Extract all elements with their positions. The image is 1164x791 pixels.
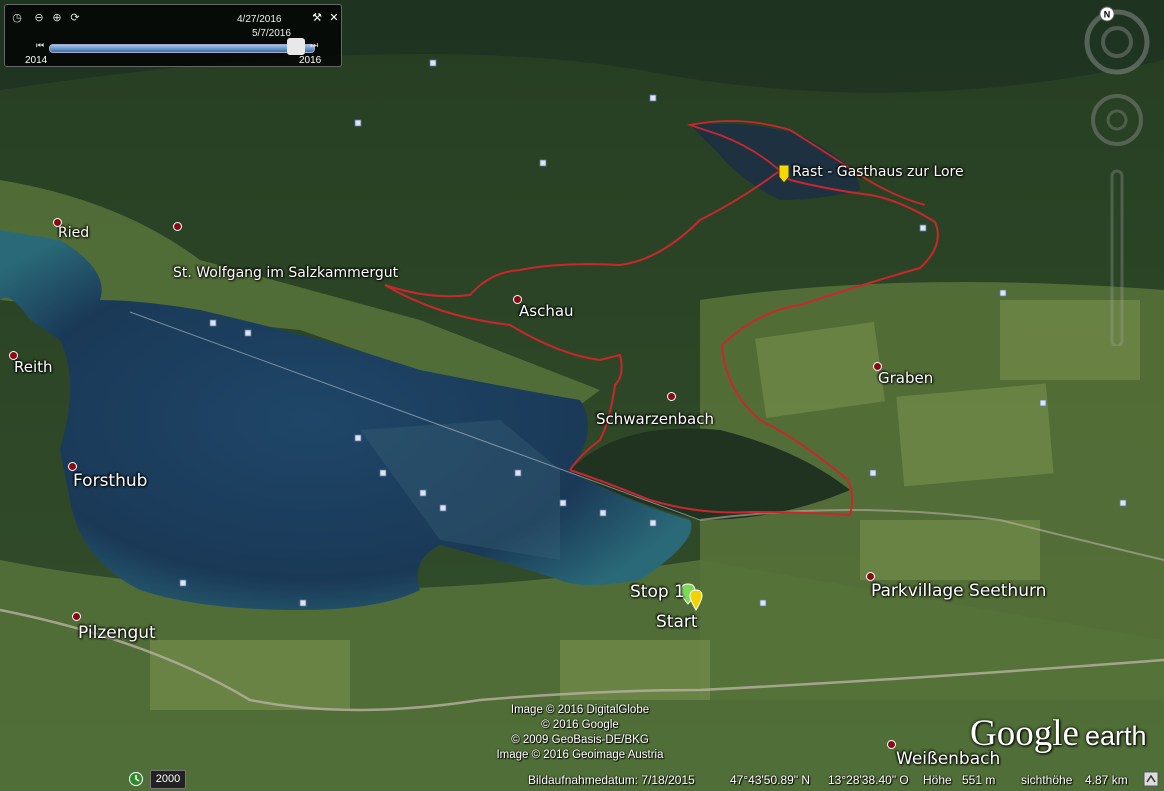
place-label-reith: Reith: [14, 358, 53, 376]
streaming-progress-icon: [1143, 771, 1159, 787]
place-label-schwarzenbach: Schwarzenbach: [596, 410, 714, 428]
copyright-notice: Image © 2016 DigitalGlobe © 2016 Google …: [490, 703, 670, 763]
refresh-icon[interactable]: ⟳: [68, 11, 82, 25]
zoom-slider-icon: [1110, 169, 1124, 346]
compass-ring-icon: [1084, 9, 1150, 75]
copyright-line: © 2016 Google: [541, 719, 619, 731]
place-dot-reith: [9, 351, 18, 360]
place-label-st-wolfgang: St. Wolfgang im Salzkammergut: [173, 265, 399, 281]
imagery-date: Bildaufnahmedatum: 7/18/2015: [528, 773, 695, 787]
place-label-pilzengut: Pilzengut: [78, 623, 156, 643]
rest-pin-icon[interactable]: [776, 163, 792, 185]
stop-marker-label: Stop 1: [630, 582, 685, 602]
place-dot-schwarzenbach: [667, 392, 676, 401]
start-marker-label: Start: [656, 612, 698, 632]
navigation-controls[interactable]: N: [1084, 6, 1150, 346]
elevation-label: Höhe: [923, 773, 952, 787]
time-slider-min-year: 2014: [25, 55, 48, 66]
clock-icon[interactable]: ◷: [10, 11, 24, 25]
time-slider-track[interactable]: [49, 44, 315, 53]
close-icon[interactable]: ✕: [327, 11, 341, 25]
zoom-in-icon[interactable]: ⊕: [50, 11, 64, 25]
place-dot-parkvillage-seethurn: [866, 572, 875, 581]
place-label-graben: Graben: [878, 369, 934, 387]
copyright-line: © 2009 GeoBasis-DE/BKG: [511, 734, 649, 746]
svg-text:N: N: [1104, 10, 1111, 20]
place-label-ried: Ried: [58, 225, 90, 241]
time-range-end: 5/7/2016: [252, 28, 291, 39]
time-slider-panel: ◷ ⊖ ⊕ ⟳ 4/27/2016 5/7/2016 ⚒ ✕ ⏮ ⏭ 2014 …: [4, 4, 342, 67]
skip-forward-icon[interactable]: ⏭: [307, 39, 321, 53]
skip-back-icon[interactable]: ⏮: [33, 39, 47, 53]
place-dot-st-wolfgang: [173, 222, 182, 231]
time-slider-knob[interactable]: [287, 38, 305, 55]
eye-altitude-value: 4.87 km: [1085, 773, 1128, 787]
place-dot-aschau: [513, 295, 522, 304]
rest-marker-label: Rast - Gasthaus zur Lore: [792, 164, 964, 180]
elevation-value: 551 m: [962, 773, 996, 787]
eye-altitude-label: sichthöhe: [1021, 773, 1073, 787]
place-label-forsthub: Forsthub: [73, 471, 148, 491]
time-slider-max-year: 2016: [299, 55, 322, 66]
google-earth-logo: Google earth: [970, 713, 1147, 754]
satellite-map[interactable]: [0, 0, 1164, 791]
copyright-line: Image © 2016 DigitalGlobe: [510, 704, 650, 716]
look-joystick-icon: [1091, 94, 1143, 146]
place-dot-forsthub: [68, 462, 77, 471]
time-range-start: 4/27/2016: [237, 14, 282, 25]
place-label-parkvillage-seethurn: Parkvillage Seethurn: [871, 581, 1047, 601]
wrench-icon[interactable]: ⚒: [310, 11, 324, 25]
copyright-line: Image © 2016 Geoimage Austria: [496, 749, 664, 761]
latitude-readout: 47°43'50.89" N: [730, 773, 811, 787]
historical-year-badge[interactable]: 2000: [150, 770, 186, 789]
historical-imagery-icon[interactable]: [128, 771, 144, 787]
place-dot-pilzengut: [72, 612, 81, 621]
longitude-readout: 13°28'38.40" O: [828, 773, 909, 787]
place-dot-graben: [873, 362, 882, 371]
place-dot-ried: [53, 218, 62, 227]
place-label-aschau: Aschau: [519, 302, 574, 320]
zoom-out-icon[interactable]: ⊖: [32, 11, 46, 25]
place-dot-weissenbach: [887, 740, 896, 749]
